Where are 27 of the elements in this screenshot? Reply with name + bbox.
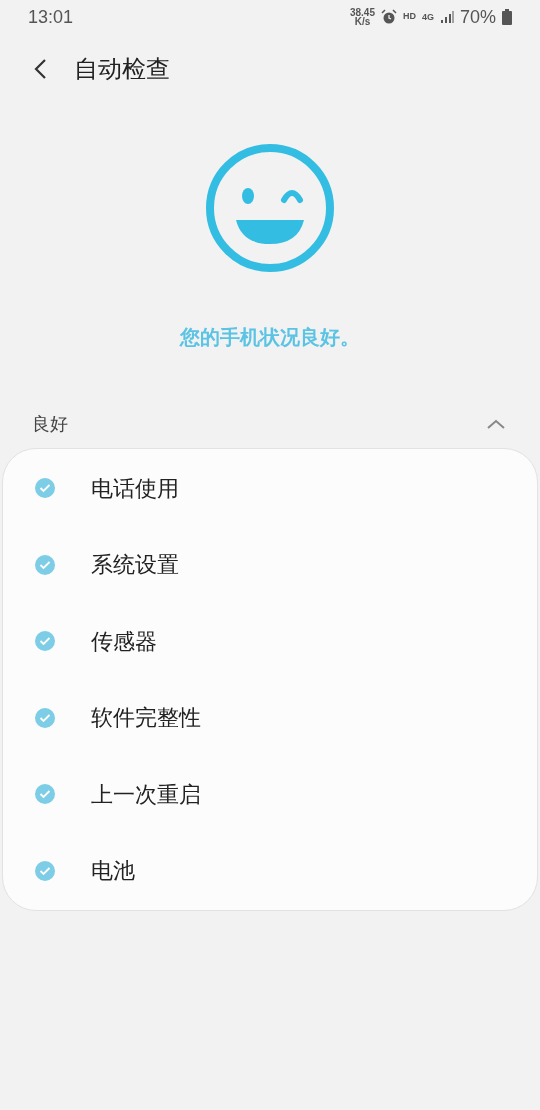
status-message: 您的手机状况良好。	[180, 325, 360, 350]
network-speed-unit: K/s	[354, 17, 371, 26]
winking-smiley-icon	[204, 142, 336, 274]
network-type: 4G	[421, 12, 434, 22]
item-label: 电话使用	[91, 474, 179, 503]
signal-icon	[439, 10, 454, 24]
check-item[interactable]: 系统设置	[3, 526, 537, 603]
check-item[interactable]: 电话使用	[3, 450, 537, 527]
check-item[interactable]: 电池	[3, 832, 537, 909]
section-title: 良好	[32, 412, 68, 436]
check-item[interactable]: 上一次重启	[3, 756, 537, 833]
battery-percent: 70%	[459, 5, 496, 29]
hd-label: HD	[402, 10, 416, 24]
network-speed: 38.45	[349, 8, 375, 17]
check-item[interactable]: 传感器	[3, 603, 537, 680]
back-icon	[33, 58, 47, 80]
page-title: 自动检查	[74, 54, 170, 84]
item-label: 上一次重启	[91, 780, 201, 809]
caret-icon	[487, 419, 505, 429]
item-label: 系统设置	[91, 551, 179, 580]
item-label: 软件完整性	[91, 704, 201, 733]
item-label: 传感器	[91, 627, 157, 656]
item-label: 电池	[91, 857, 135, 886]
alarm-icon	[380, 9, 397, 25]
battery-icon	[502, 9, 512, 25]
status-time: 13:01	[28, 5, 74, 29]
check-item[interactable]: 软件完整性	[3, 679, 537, 756]
